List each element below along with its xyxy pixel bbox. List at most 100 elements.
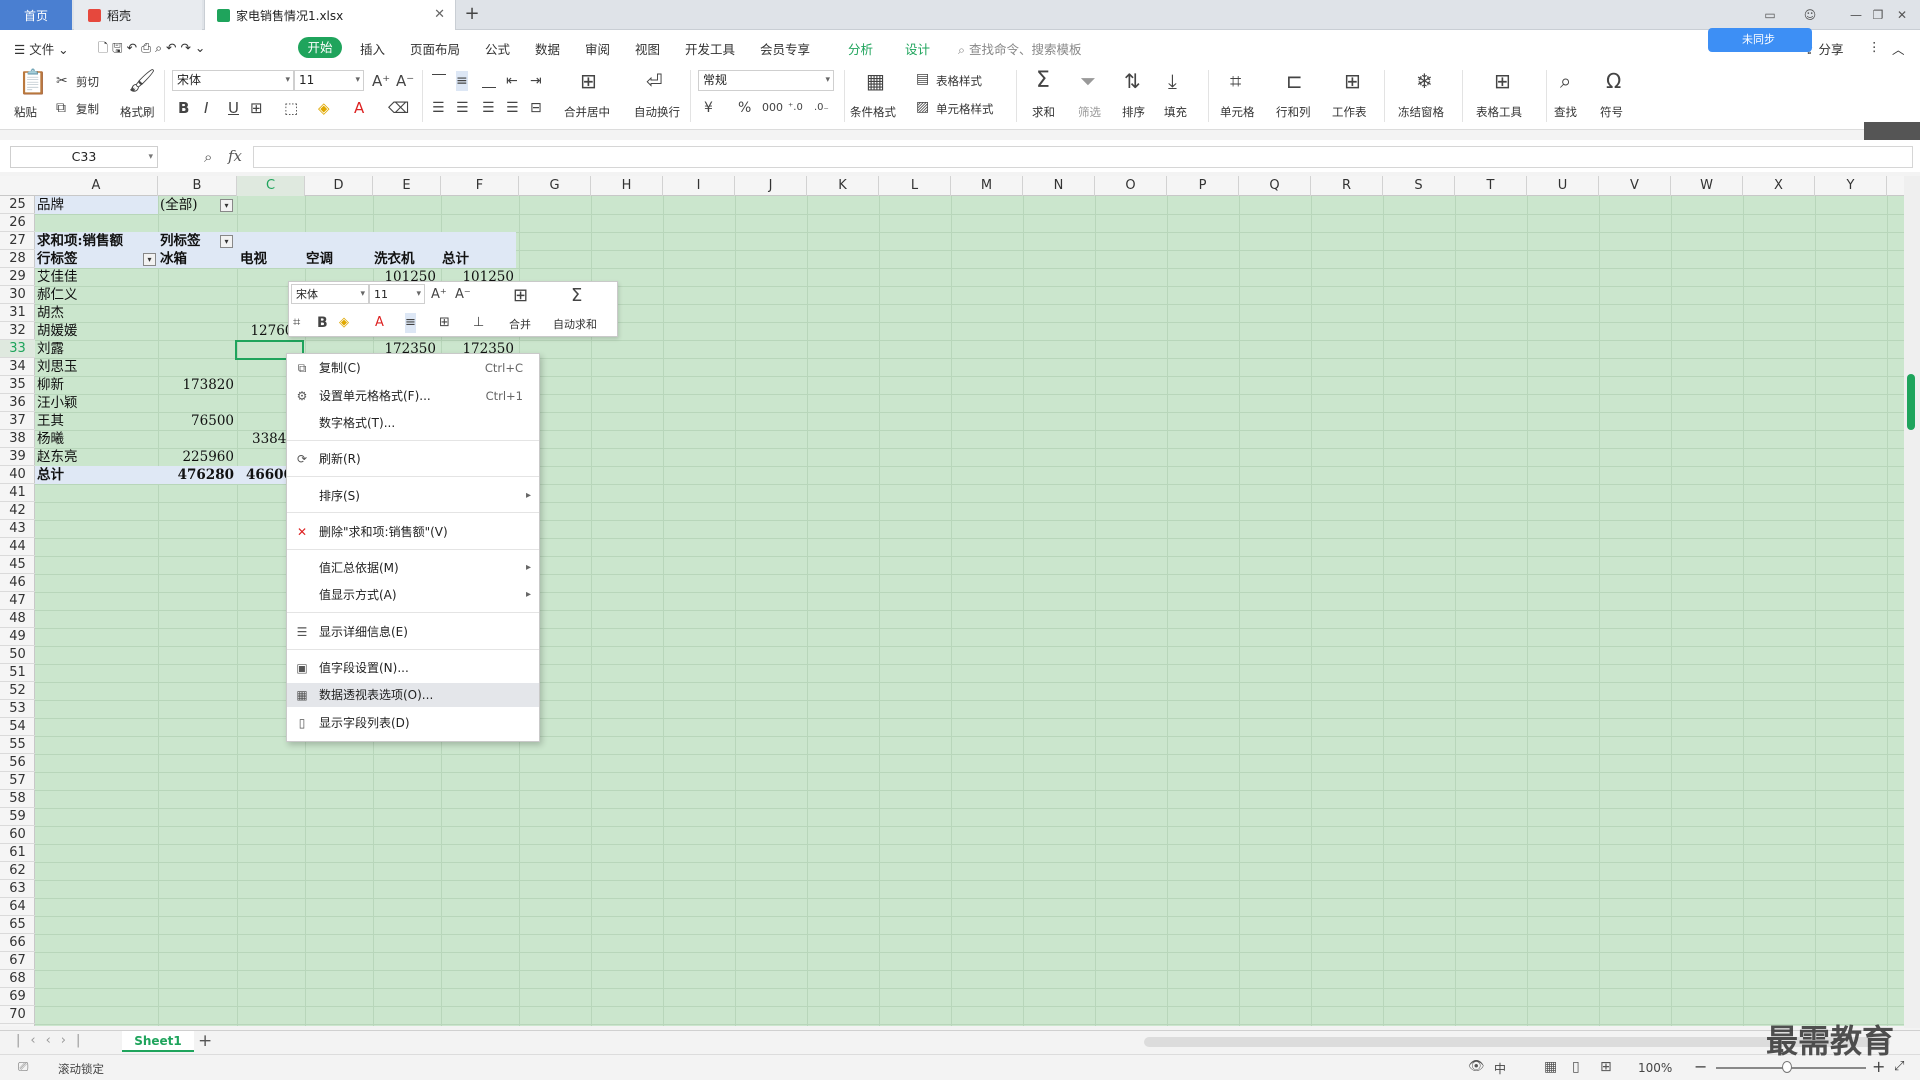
bold-icon[interactable]: B	[317, 313, 328, 333]
column-header-v[interactable]: V	[1599, 176, 1671, 196]
indent-decrease-icon[interactable]: ⇤	[506, 71, 518, 91]
row-header-32[interactable]: 32	[0, 322, 35, 340]
row-header-57[interactable]: 57	[0, 772, 35, 790]
tab-analyze[interactable]: 分析	[848, 39, 873, 58]
tab-data[interactable]: 数据	[535, 39, 560, 58]
table-tools-button[interactable]: 表格工具	[1476, 104, 1522, 120]
sort-button[interactable]: 排序	[1122, 104, 1145, 120]
sheet-nav-icons[interactable]: |‹‹›|	[16, 1033, 90, 1048]
column-header-l[interactable]: L	[879, 176, 951, 196]
page-layout-view-icon[interactable]: ▯	[1572, 1059, 1580, 1075]
font-size-select[interactable]: 11 ▾	[294, 70, 364, 91]
row-header-63[interactable]: 63	[0, 880, 35, 898]
page-break-view-icon[interactable]: ⊞	[1600, 1059, 1612, 1075]
font-color-icon[interactable]: A	[375, 313, 384, 333]
zoom-level[interactable]: 100%	[1638, 1061, 1672, 1075]
clear-format-icon[interactable]: ⬚	[284, 98, 298, 118]
window-layout-icon[interactable]: ▭	[1760, 5, 1780, 25]
fx-icon[interactable]: fx	[228, 147, 242, 165]
indent-increase-icon[interactable]: ⇥	[530, 71, 542, 91]
row-header-36[interactable]: 36	[0, 394, 35, 412]
tab-start[interactable]: 开始	[298, 37, 342, 58]
filter-dropdown-button[interactable]: ▾	[220, 199, 233, 212]
number-format-select[interactable]: 常规 ▾	[698, 70, 834, 91]
tab-view[interactable]: 视图	[635, 39, 660, 58]
close-tab-icon[interactable]: ✕	[434, 7, 445, 22]
bold-icon[interactable]: B	[178, 98, 189, 118]
column-header-g[interactable]: G	[519, 176, 591, 196]
format-cells-icon[interactable]: ⌗	[293, 313, 300, 333]
column-header-c[interactable]: C	[237, 176, 305, 196]
worksheet-button[interactable]: 工作表	[1332, 104, 1367, 120]
column-header-o[interactable]: O	[1095, 176, 1167, 196]
column-header-t[interactable]: T	[1455, 176, 1527, 196]
row-header-69[interactable]: 69	[0, 988, 35, 1006]
column-header-h[interactable]: H	[591, 176, 663, 196]
row-header-68[interactable]: 68	[0, 970, 35, 988]
sheet-tab-sheet1[interactable]: Sheet1	[122, 1031, 194, 1052]
mini-autosum-button[interactable]: 自动求和	[553, 316, 597, 332]
row-header-43[interactable]: 43	[0, 520, 35, 538]
column-header-u[interactable]: U	[1527, 176, 1599, 196]
justify-icon[interactable]: ☰	[506, 98, 519, 118]
row-header-65[interactable]: 65	[0, 916, 35, 934]
column-header-f[interactable]: F	[441, 176, 519, 196]
symbol-button[interactable]: 符号	[1600, 104, 1623, 120]
align-middle-icon[interactable]: ≡	[456, 71, 468, 91]
row-header-56[interactable]: 56	[0, 754, 35, 772]
column-header-k[interactable]: K	[807, 176, 879, 196]
freeze-panes-button[interactable]: 冻结窗格	[1398, 104, 1444, 120]
italic-icon[interactable]: I	[204, 98, 208, 118]
zoom-out-button[interactable]: −	[1694, 1057, 1707, 1076]
font-color-icon[interactable]: A	[354, 98, 364, 118]
row-header-28[interactable]: 28	[0, 250, 35, 268]
align-right-icon[interactable]: ☰	[482, 98, 495, 118]
tab-home[interactable]: 首页	[0, 0, 72, 30]
macro-record-icon[interactable]: ⎚	[18, 1060, 28, 1075]
add-sheet-button[interactable]: +	[198, 1031, 212, 1051]
column-header-i[interactable]: I	[663, 176, 735, 196]
avatar[interactable]: ☺	[1800, 5, 1820, 25]
tab-design[interactable]: 设计	[905, 39, 930, 58]
row-header-66[interactable]: 66	[0, 934, 35, 952]
decrease-decimal-icon[interactable]: .0₋	[814, 98, 829, 118]
column-header-d[interactable]: D	[305, 176, 373, 196]
row-header-38[interactable]: 38	[0, 430, 35, 448]
column-header-m[interactable]: M	[951, 176, 1023, 196]
paste-icon[interactable]: 📋	[18, 70, 48, 94]
column-header-w[interactable]: W	[1671, 176, 1743, 196]
tab-daoke[interactable]: 稻壳	[74, 0, 202, 30]
tab-formula[interactable]: 公式	[485, 39, 510, 58]
row-header-49[interactable]: 49	[0, 628, 35, 646]
zoom-formula-icon[interactable]: ⌕	[204, 148, 212, 166]
row-header-44[interactable]: 44	[0, 538, 35, 556]
wrap-text-button[interactable]: 自动换行	[634, 104, 680, 120]
row-header-59[interactable]: 59	[0, 808, 35, 826]
row-header-46[interactable]: 46	[0, 574, 35, 592]
row-header-40[interactable]: 40	[0, 466, 35, 484]
row-header-29[interactable]: 29	[0, 268, 35, 286]
align-center-icon[interactable]: ☰	[456, 98, 469, 118]
normal-view-icon[interactable]: ▦	[1544, 1059, 1557, 1075]
decrease-font-icon[interactable]: A⁻	[396, 71, 414, 91]
row-header-41[interactable]: 41	[0, 484, 35, 502]
tab-developer[interactable]: 开发工具	[685, 39, 735, 58]
find-button[interactable]: 查找	[1554, 104, 1577, 120]
menu-item-copy[interactable]: ⧉ 复制(C) Ctrl+C	[287, 356, 539, 380]
fill-color-icon[interactable]: ◈	[318, 98, 330, 118]
row-header-31[interactable]: 31	[0, 304, 35, 322]
sum-button[interactable]: 求和	[1032, 104, 1055, 120]
row-header-47[interactable]: 47	[0, 592, 35, 610]
restore-button[interactable]: ❐	[1868, 5, 1888, 25]
cell-button[interactable]: 单元格	[1220, 104, 1255, 120]
formula-input[interactable]	[253, 146, 1913, 168]
menu-item-show-details[interactable]: ☰ 显示详细信息(E)	[287, 620, 539, 644]
currency-icon[interactable]: ¥	[704, 98, 713, 118]
row-header-60[interactable]: 60	[0, 826, 35, 844]
add-tab-button[interactable]: +	[462, 4, 482, 24]
column-header-j[interactable]: J	[735, 176, 807, 196]
close-window-button[interactable]: ✕	[1892, 5, 1912, 25]
row-header-51[interactable]: 51	[0, 664, 35, 682]
row-header-48[interactable]: 48	[0, 610, 35, 628]
menu-item-show-values-as[interactable]: 值显示方式(A) ▸	[287, 583, 539, 607]
